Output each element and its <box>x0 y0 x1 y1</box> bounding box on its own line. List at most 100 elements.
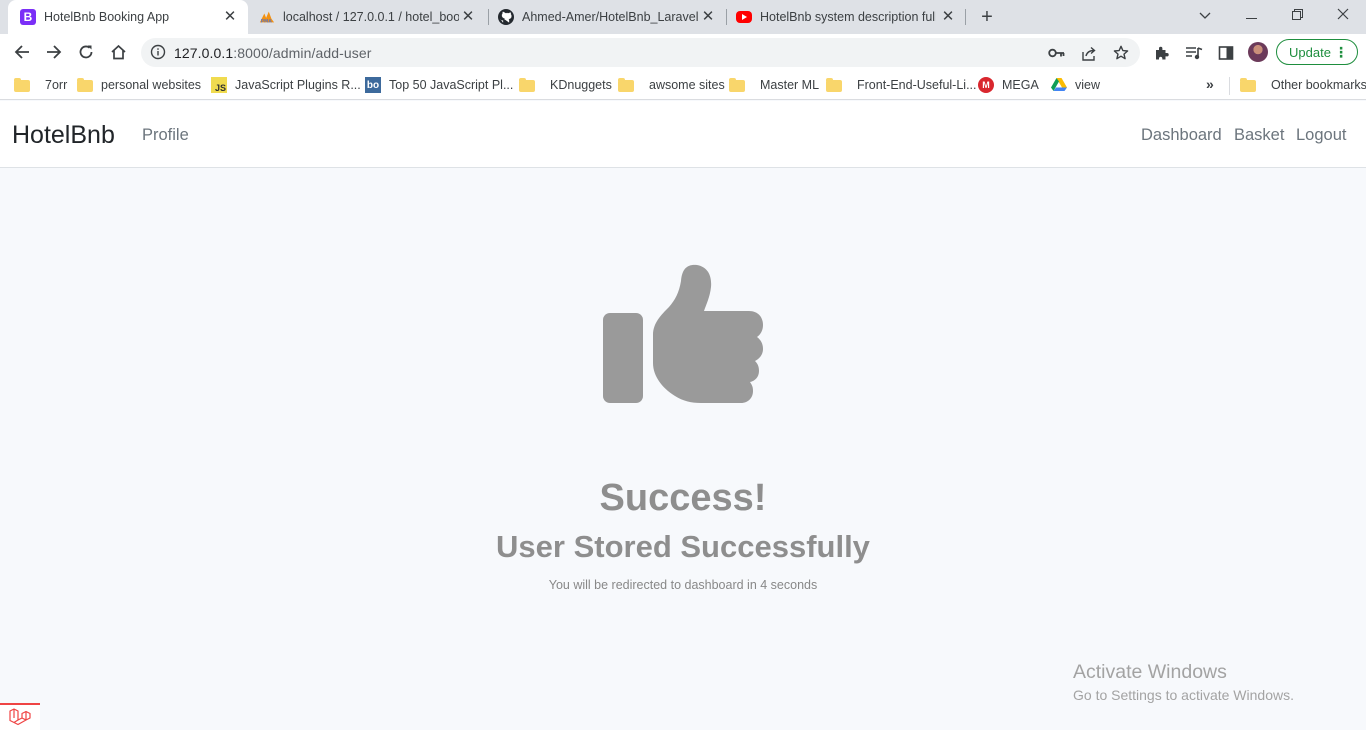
bookmark-label: JavaScript Plugins R... <box>235 78 361 92</box>
profile-avatar[interactable] <box>1248 42 1268 62</box>
update-button[interactable]: Update ⋮ <box>1276 39 1358 65</box>
bookmark-star-icon[interactable] <box>1112 44 1130 62</box>
restore-icon[interactable] <box>1274 0 1320 30</box>
bookmark-7orr[interactable]: 7orr <box>14 77 67 93</box>
site-navbar: HotelBnb Profile Dashboard Basket Logout <box>0 101 1366 168</box>
reload-icon <box>79 45 93 59</box>
key-icon[interactable] <box>1047 44 1065 62</box>
tab-title: HotelBnb Booking App <box>44 10 170 24</box>
forward-arrow-icon <box>47 45 62 59</box>
folder-icon <box>618 78 634 92</box>
watermark-line-2: Go to Settings to activate Windows. <box>1073 687 1294 703</box>
menu-dots-icon[interactable]: ⋮ <box>1334 44 1348 60</box>
bookmark-label: personal websites <box>101 78 202 92</box>
tab-close-icon[interactable]: ✕ <box>700 9 716 25</box>
tab-title: HotelBnb system description full <box>760 10 936 24</box>
bookmark-personal-websites[interactable]: personal websites <box>77 77 201 93</box>
bookmark-label: 7orr <box>45 78 68 92</box>
update-label: Update <box>1289 44 1331 60</box>
bookmark-awsome-sites[interactable]: awsome sites <box>618 77 725 93</box>
bookmark-view[interactable]: view <box>1051 77 1100 93</box>
folder-icon <box>14 78 30 92</box>
tab-separator <box>965 9 966 25</box>
github-icon <box>498 9 514 25</box>
browser-tab-strip: B HotelBnb Booking App ✕ PMA localhost /… <box>0 0 1366 34</box>
side-panel-icon[interactable] <box>1216 43 1236 63</box>
folder-icon <box>519 78 535 92</box>
bookmarks-overflow-button[interactable]: » <box>1206 76 1214 92</box>
tab-separator <box>726 9 727 25</box>
tab-hotelbnb-booking-app[interactable]: B HotelBnb Booking App ✕ <box>8 0 248 34</box>
bootstrap-icon: B <box>20 9 36 25</box>
close-window-icon[interactable] <box>1320 0 1366 30</box>
home-button[interactable] <box>104 38 132 66</box>
mega-icon: M <box>978 77 994 93</box>
address-bar[interactable]: 127.0.0.1:8000/admin/add-user <box>141 38 1140 67</box>
folder-icon <box>826 78 842 92</box>
bo-icon: bo <box>365 77 381 93</box>
tab-close-icon[interactable]: ✕ <box>222 9 238 25</box>
nav-link-profile[interactable]: Profile <box>142 126 189 145</box>
back-button[interactable] <box>8 38 36 66</box>
google-drive-icon <box>1051 77 1067 93</box>
bookmark-other-bookmarks[interactable]: Other bookmarks <box>1240 77 1366 93</box>
bookmarks-divider <box>1229 77 1230 95</box>
success-title: Success! <box>599 477 767 519</box>
new-tab-button[interactable]: + <box>976 6 998 28</box>
url-path: :8000/admin/add-user <box>233 45 372 61</box>
svg-text:PMA: PMA <box>261 18 273 24</box>
bookmark-master-ml[interactable]: Master ML <box>729 77 819 93</box>
js-icon: JS <box>211 77 227 93</box>
phpmyadmin-icon: PMA <box>259 9 275 25</box>
bookmark-label: MEGA <box>1002 78 1039 92</box>
laravel-logo-icon <box>9 707 31 725</box>
bookmark-front-end-useful[interactable]: Front-End-Useful-Li... <box>826 77 976 93</box>
tab-title: localhost / 127.0.0.1 / hotel_book <box>283 10 459 24</box>
bookmark-label: Other bookmarks <box>1271 78 1366 92</box>
bookmark-mega[interactable]: M MEGA <box>978 77 1039 93</box>
back-arrow-icon <box>14 45 29 59</box>
success-panel: Success! User Stored Successfully You wi… <box>0 168 1366 730</box>
share-icon[interactable] <box>1080 44 1098 62</box>
tab-close-icon[interactable]: ✕ <box>940 9 956 25</box>
success-subtitle: User Stored Successfully <box>496 529 870 564</box>
browser-toolbar: 127.0.0.1:8000/admin/add-user Update ⋮ <box>0 34 1366 70</box>
tab-phpmyadmin[interactable]: PMA localhost / 127.0.0.1 / hotel_book ✕ <box>252 0 486 34</box>
bookmark-label: Front-End-Useful-Li... <box>857 78 977 92</box>
youtube-icon <box>736 9 752 25</box>
bookmark-label: awsome sites <box>649 78 725 92</box>
folder-icon <box>77 78 93 92</box>
nav-link-dashboard[interactable]: Dashboard <box>1141 126 1222 145</box>
laravel-debugbar-tab[interactable] <box>0 703 40 730</box>
minimize-icon[interactable] <box>1228 0 1274 30</box>
url-text[interactable]: 127.0.0.1:8000/admin/add-user <box>174 45 372 61</box>
url-host: 127.0.0.1 <box>174 45 234 61</box>
tab-youtube[interactable]: HotelBnb system description full ✕ <box>728 0 964 34</box>
watermark-line-1: Activate Windows <box>1073 661 1227 683</box>
bookmark-label: KDnuggets <box>550 78 612 92</box>
info-icon[interactable] <box>150 44 166 60</box>
tab-github[interactable]: Ahmed-Amer/HotelBnb_Laravel_ ✕ <box>490 0 724 34</box>
media-queue-icon[interactable] <box>1184 43 1204 63</box>
nav-link-logout[interactable]: Logout <box>1296 126 1346 145</box>
reload-button[interactable] <box>72 38 100 66</box>
tab-title: Ahmed-Amer/HotelBnb_Laravel_ <box>522 10 698 24</box>
redirect-message: You will be redirected to dashboard in 4… <box>548 578 818 592</box>
bookmark-label: view <box>1075 78 1101 92</box>
forward-button[interactable] <box>40 38 68 66</box>
home-icon <box>110 44 126 60</box>
bookmark-top-50-javascript[interactable]: bo Top 50 JavaScript Pl... <box>365 77 513 93</box>
bookmark-javascript-plugins[interactable]: JS JavaScript Plugins R... <box>211 77 361 93</box>
bookmark-label: Top 50 JavaScript Pl... <box>389 78 514 92</box>
nav-link-basket[interactable]: Basket <box>1234 126 1284 145</box>
folder-icon <box>1240 78 1256 92</box>
tab-separator <box>488 9 489 25</box>
bookmark-kdnuggets[interactable]: KDnuggets <box>519 77 612 93</box>
brand-logo[interactable]: HotelBnb <box>12 121 115 150</box>
tab-close-icon[interactable]: ✕ <box>460 9 476 25</box>
tab-search-chevron-icon[interactable] <box>1182 0 1228 30</box>
folder-icon <box>729 78 745 92</box>
thumbs-up-icon <box>603 264 763 403</box>
bookmark-label: Master ML <box>760 78 820 92</box>
extensions-puzzle-icon[interactable] <box>1152 43 1172 63</box>
